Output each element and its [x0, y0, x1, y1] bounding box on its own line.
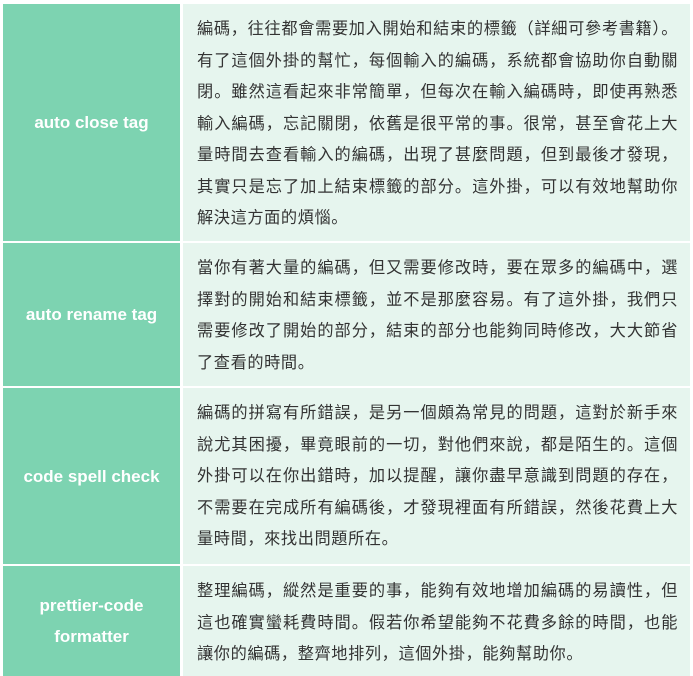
table-row: auto close tag 編碼，往往都會需要加入開始和結束的標籤（詳細可參考… [3, 4, 690, 243]
extension-description-cell: 編碼的拼寫有所錯誤，是另一個頗為常見的問題，這對於新手來說尤其困擾，畢竟眼前的一… [183, 388, 690, 564]
table-row: auto rename tag 當你有著大量的編碼，但又需要修改時，要在眾多的編… [3, 243, 690, 388]
table-row: code spell check 編碼的拼寫有所錯誤，是另一個頗為常見的問題，這… [3, 388, 690, 566]
extension-name-cell: auto close tag [3, 4, 183, 241]
extensions-table: auto close tag 編碼，往往都會需要加入開始和結束的標籤（詳細可參考… [3, 4, 690, 676]
extension-name-cell: code spell check [3, 388, 183, 564]
extension-description-cell: 整理編碼，縱然是重要的事，能夠有效地增加編碼的易讀性，但這也確實蠻耗費時間。假若… [183, 566, 690, 676]
extension-description-cell: 當你有著大量的編碼，但又需要修改時，要在眾多的編碼中，選擇對的開始和結束標籤，並… [183, 243, 690, 386]
extension-name-cell: auto rename tag [3, 243, 183, 386]
extension-description-cell: 編碼，往往都會需要加入開始和結束的標籤（詳細可參考書籍）。有了這個外掛的幫忙，每… [183, 4, 690, 241]
extension-name-cell: prettier-code formatter [3, 566, 183, 676]
table-row: prettier-code formatter 整理編碼，縱然是重要的事，能夠有… [3, 566, 690, 676]
